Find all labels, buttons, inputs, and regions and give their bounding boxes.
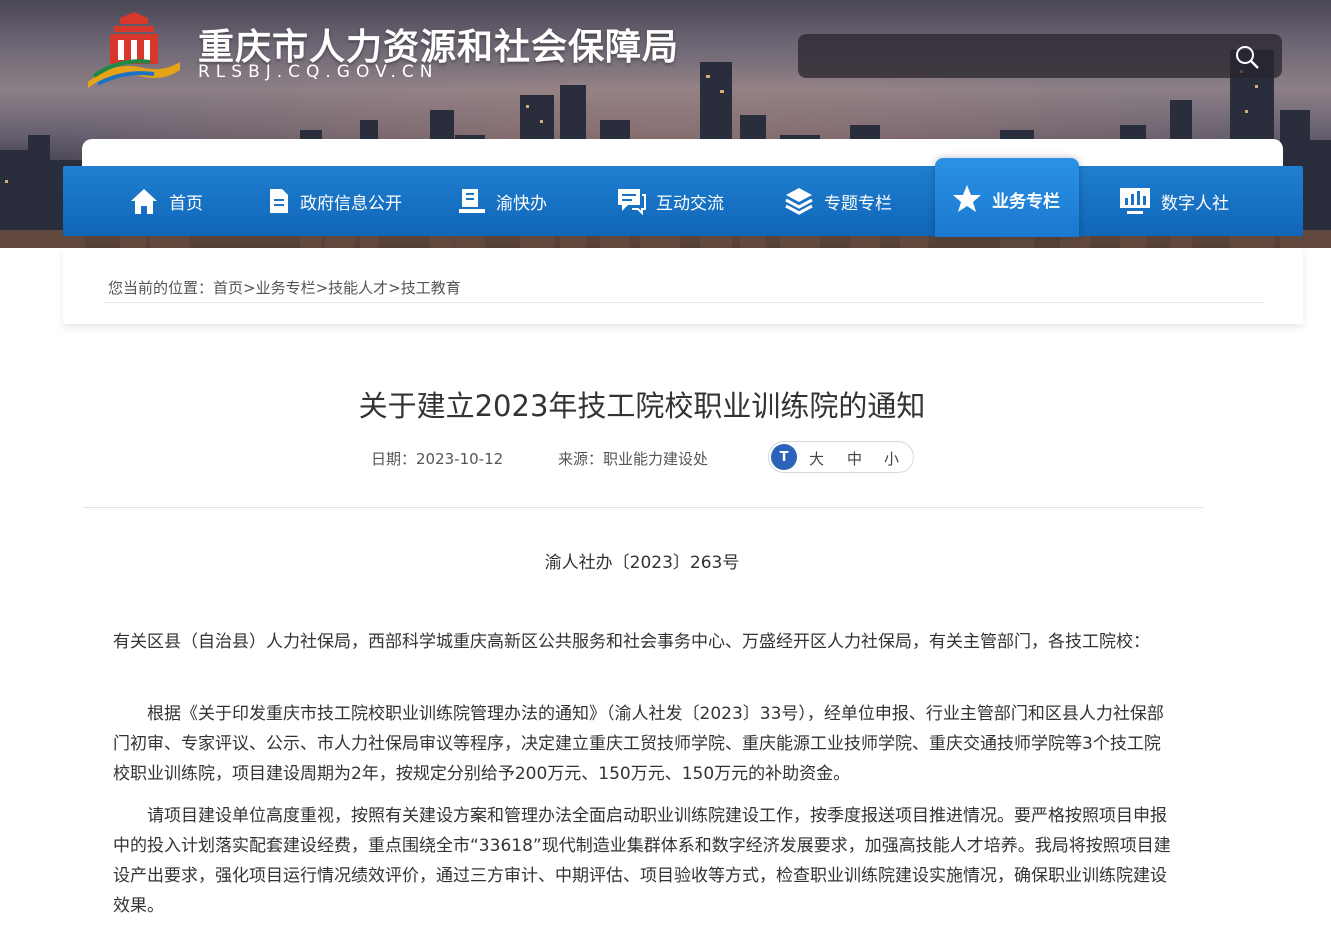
home-icon [129,187,159,215]
search-icon[interactable] [1234,44,1260,70]
article-source: 来源：职业能力建设处 [558,450,709,468]
nav-item-digital-hr[interactable]: 数字人社 [1119,166,1229,236]
article-title: 关于建立2023年技工院校职业训练院的通知 [358,389,926,423]
font-size-icon: T [771,444,797,470]
document-number: 渝人社办〔2023〕263号 [544,553,740,573]
article-paragraph-2: 请项目建设单位高度重视，按照有关建设方案和管理办法全面启动职业训练院建设工作，按… [113,806,1171,916]
breadcrumb-divider [103,302,1263,303]
nav-item-label: 政府信息公开 [300,193,402,214]
article-date: 日期：2023-10-12 [371,450,504,468]
monitor-chart-icon [1119,186,1151,216]
nav-item-label: 数字人社 [1161,193,1229,214]
nav-item-label: 渝快办 [496,193,547,214]
nav-item-business-active[interactable]: 业务专栏 [935,158,1079,237]
nav-item-label: 互动交流 [656,193,724,214]
breadcrumb-panel: 您当前的位置：首页>业务专栏>技能人才>技工教育 [63,248,1303,324]
nav-item-business[interactable]: 业务专栏 [952,164,1060,234]
breadcrumb[interactable]: 您当前的位置：首页>业务专栏>技能人才>技工教育 [108,277,461,298]
nav-item-gov-info[interactable]: 政府信息公开 [268,166,402,236]
font-size-small[interactable]: 小 [884,448,899,469]
nav-item-topics[interactable]: 专题专栏 [784,166,892,236]
font-size-large[interactable]: 大 [809,448,824,469]
layers-icon [784,186,814,216]
nav-item-label: 首页 [169,193,203,214]
nav-item-home[interactable]: 首页 [129,166,203,236]
nav-item-label: 专题专栏 [824,193,892,214]
document-icon [268,188,290,214]
nav-item-label: 业务专栏 [992,191,1060,212]
main-nav: 首页 政府信息公开 渝快办 互动交流 专题专栏 数字人社 [63,166,1303,236]
article-paragraph-addressee: 有关区县（自治县）人力社保局，西部科学城重庆高新区公共服务和社会事务中心、万盛经… [113,632,1150,652]
font-size-control: T 大 中 小 [768,441,914,473]
article-paragraph-1: 根据《关于印发重庆市技工院校职业训练院管理办法的通知》（渝人社发〔2023〕33… [113,704,1164,784]
font-size-medium[interactable]: 中 [847,448,862,469]
site-domain: RLSBJ.CQ.GOV.CN [198,62,439,82]
nav-item-yukuaiban[interactable]: 渝快办 [458,166,547,236]
bureau-logo [88,12,180,88]
desk-icon [458,188,486,214]
nav-item-interaction[interactable]: 互动交流 [616,166,724,236]
chat-icon [616,187,646,215]
star-icon [952,184,982,214]
search-input[interactable] [798,34,1282,78]
article-divider [83,507,1203,508]
